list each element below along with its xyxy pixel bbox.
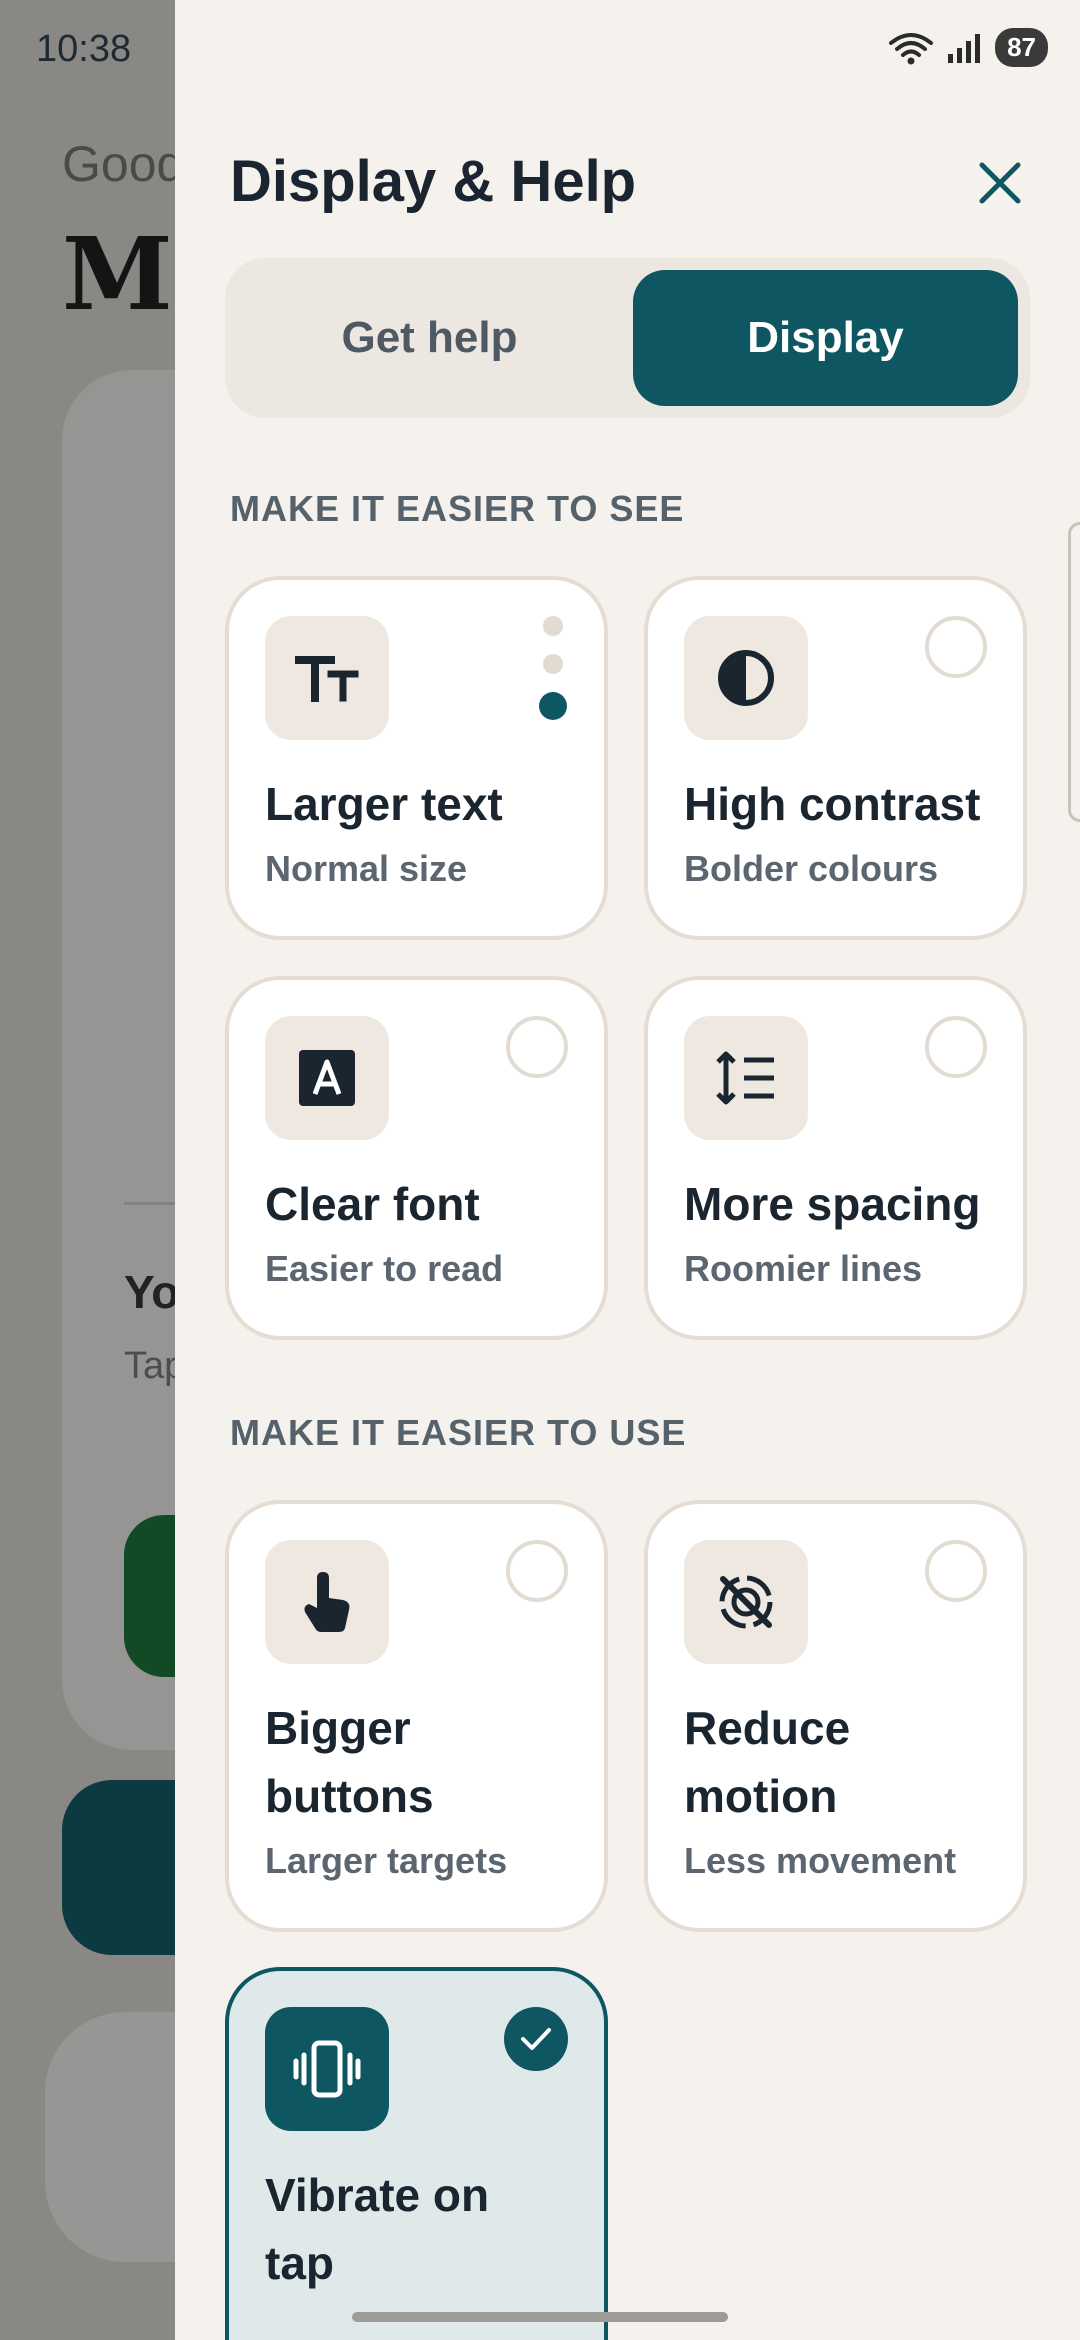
line-spacing-icon — [716, 1051, 774, 1105]
option-title: High contrast — [684, 778, 981, 830]
option-title: Bigger buttons — [265, 1702, 434, 1822]
option-subtitle: Bolder colours — [684, 848, 939, 889]
text-size-level-indicator — [538, 616, 568, 720]
option-title: Clear font — [265, 1178, 480, 1230]
option-bigger-buttons[interactable]: Bigger buttons Larger targets — [225, 1500, 608, 1932]
option-subtitle: Larger targets — [265, 1840, 508, 1881]
option-more-spacing[interactable]: More spacing Roomier lines — [644, 976, 1027, 1340]
display-help-drawer: 87 Display & Help Get help Display MAKE … — [175, 0, 1080, 2340]
scroll-handle[interactable] — [1068, 522, 1080, 822]
more-spacing-radio[interactable] — [925, 1016, 987, 1078]
wifi-icon — [889, 32, 934, 64]
battery-level: 87 — [995, 28, 1048, 67]
status-time: 10:38 — [36, 28, 132, 70]
contrast-icon — [718, 650, 774, 706]
option-subtitle: Less movement — [684, 1840, 957, 1881]
option-subtitle: Easier to read — [265, 1248, 504, 1289]
signal-icon — [948, 33, 981, 63]
option-title: Reduce motion — [684, 1702, 851, 1822]
close-button[interactable] — [960, 148, 1040, 218]
option-clear-font[interactable]: Clear font Easier to read — [225, 976, 608, 1340]
section-label-use: MAKE IT EASIER TO USE — [230, 1412, 687, 1453]
tap-finger-icon-box — [265, 1540, 389, 1664]
high-contrast-radio[interactable] — [925, 616, 987, 678]
vibrate-icon — [293, 2040, 361, 2098]
tab-switcher: Get help Display — [225, 258, 1030, 418]
tap-finger-icon — [304, 1572, 350, 1632]
section-label-see: MAKE IT EASIER TO SEE — [230, 488, 685, 529]
tab-get-help[interactable]: Get help — [237, 270, 622, 406]
bigger-buttons-radio[interactable] — [506, 1540, 568, 1602]
contrast-icon-box — [684, 616, 808, 740]
option-title: More spacing — [684, 1178, 981, 1230]
option-vibrate-on-tap[interactable]: Vibrate on tap — [225, 1967, 608, 2340]
tab-display[interactable]: Display — [633, 270, 1018, 406]
drawer-title: Display & Help — [230, 149, 637, 214]
level-dot-active — [539, 692, 567, 720]
font-icon — [299, 1050, 355, 1106]
check-icon — [521, 2028, 551, 2050]
motion-off-icon-box — [684, 1540, 808, 1664]
vibrate-on-tap-check[interactable] — [504, 2007, 568, 2071]
text-size-icon — [295, 656, 359, 702]
greeting-text: Good — [62, 136, 185, 192]
font-icon-box — [265, 1016, 389, 1140]
text-size-icon-box — [265, 616, 389, 740]
option-larger-text[interactable]: Larger text Normal size — [225, 576, 608, 940]
status-icons: 87 — [887, 28, 1048, 67]
motion-off-icon — [719, 1575, 773, 1629]
option-title: Larger text — [265, 778, 503, 830]
clear-font-radio[interactable] — [506, 1016, 568, 1078]
option-subtitle: Roomier lines — [684, 1248, 923, 1289]
line-spacing-icon-box — [684, 1016, 808, 1140]
option-title: Vibrate on tap — [265, 2169, 490, 2289]
reduce-motion-radio[interactable] — [925, 1540, 987, 1602]
level-dot — [543, 654, 563, 674]
card-heading: Yo — [124, 1266, 180, 1318]
option-high-contrast[interactable]: High contrast Bolder colours — [644, 576, 1027, 940]
level-dot — [543, 616, 563, 636]
option-reduce-motion[interactable]: Reduce motion Less movement — [644, 1500, 1027, 1932]
close-icon — [979, 162, 1021, 204]
option-subtitle: Normal size — [265, 848, 468, 889]
vibrate-icon-box — [265, 2007, 389, 2131]
home-indicator[interactable] — [352, 2312, 728, 2322]
